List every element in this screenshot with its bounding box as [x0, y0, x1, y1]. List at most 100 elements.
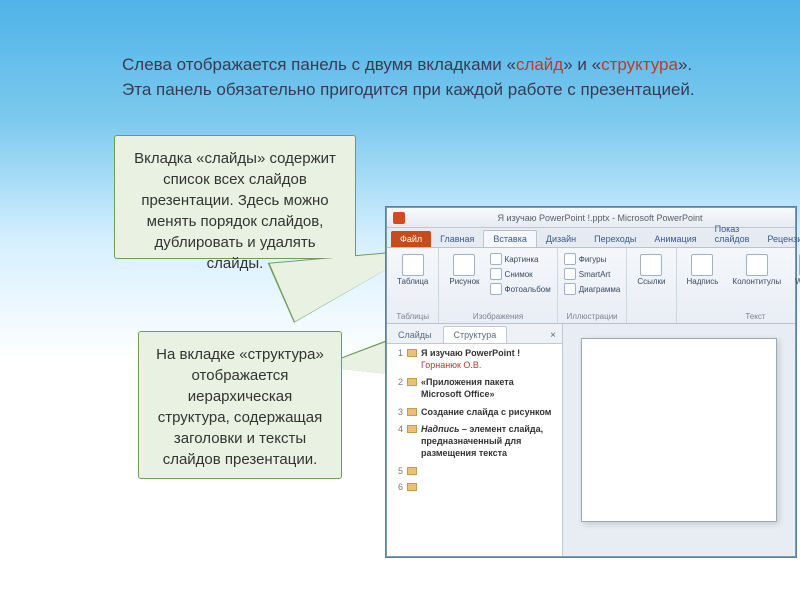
screenshot-icon [490, 268, 502, 280]
callout2-text: На вкладке «структура» отображается иера… [156, 346, 324, 468]
ribbon-group-links: Ссылки [627, 248, 676, 323]
powerpoint-logo-icon [393, 212, 405, 224]
header-line1-post: ». [678, 55, 692, 74]
btn-chart[interactable]: Диаграмма [564, 282, 621, 296]
header-line2: Эта панель обязательно пригодится при ка… [122, 80, 695, 99]
btn-wordart-label: WordArt [795, 278, 800, 286]
slide-thumb-icon [407, 483, 417, 491]
outline-item-number: 3 [393, 407, 403, 419]
btn-album-label: Фотоальбом [505, 285, 551, 294]
callout1-text: Вкладка «слайды» содержит список всех сл… [134, 150, 336, 272]
pane-tabs: Слайды Структура × [387, 324, 562, 344]
outline-item[interactable]: 5 [393, 466, 556, 476]
btn-headerfooter-label: Колонтитулы [732, 278, 781, 286]
btn-picture[interactable]: Рисунок [445, 252, 483, 296]
header-text: Слева отображается панель с двумя вкладк… [122, 53, 698, 102]
btn-links[interactable]: Ссылки [633, 252, 669, 288]
outline-item-text: Надпись – элемент слайда, предназначенны… [421, 424, 556, 459]
slide-thumb-icon [407, 425, 417, 433]
btn-screenshot-label: Снимок [505, 270, 533, 279]
slide-thumb-icon [407, 467, 417, 475]
group-label-links-empty [633, 312, 669, 321]
ribbon: Таблица Таблицы Рисунок Картинка Снимок … [387, 248, 795, 324]
btn-wordart[interactable]: WordArt [791, 252, 800, 288]
outline-item[interactable]: 1 Я изучаю PowerPoint !Горнанюк О.В. [393, 348, 556, 371]
outline-item[interactable]: 2 «Приложения пакета Microsoft Office» [393, 377, 556, 400]
header-hl-structure: структура [601, 55, 678, 74]
table-icon [402, 254, 424, 276]
picture-icon [453, 254, 475, 276]
tab-file[interactable]: Файл [391, 231, 431, 247]
btn-textbox[interactable]: Надпись [683, 252, 723, 288]
tab-design[interactable]: Дизайн [537, 231, 585, 247]
ribbon-group-images: Рисунок Картинка Снимок Фотоальбом Изобр… [439, 248, 557, 323]
tab-insert[interactable]: Вставка [483, 230, 536, 247]
slide-thumb-icon [407, 408, 417, 416]
outline-item-text: «Приложения пакета Microsoft Office» [421, 377, 556, 400]
btn-smartart[interactable]: SmartArt [564, 267, 621, 281]
outline-item-text [421, 466, 556, 476]
album-icon [490, 283, 502, 295]
outline-item-number: 6 [393, 482, 403, 492]
ribbon-group-text: Надпись Колонтитулы WordArt Текст [677, 248, 800, 323]
btn-table[interactable]: Таблица [393, 252, 432, 288]
outline-item-number: 4 [393, 424, 403, 459]
ribbon-tabs: Файл Главная Вставка Дизайн Переходы Ани… [387, 228, 795, 248]
headerfooter-icon [746, 254, 768, 276]
btn-table-label: Таблица [397, 278, 428, 286]
chart-icon [564, 283, 576, 295]
slide-canvas-area [563, 324, 795, 556]
outline-item-text: Создание слайда с рисунком [421, 407, 556, 419]
slide-canvas[interactable] [581, 338, 777, 522]
clip-icon [490, 253, 502, 265]
outline-item-text [421, 482, 556, 492]
ribbon-group-tables: Таблица Таблицы [387, 248, 439, 323]
outline-item[interactable]: 3 Создание слайда с рисунком [393, 407, 556, 419]
outline-item[interactable]: 6 [393, 482, 556, 492]
smartart-icon [564, 268, 576, 280]
tab-home[interactable]: Главная [431, 231, 483, 247]
ribbon-group-illustrations: Фигуры SmartArt Диаграмма Иллюстрации [558, 248, 628, 323]
callout-slides-tab: Вкладка «слайды» содержит список всех сл… [114, 135, 356, 259]
slide-thumb-icon [407, 378, 417, 386]
outline-item-number: 2 [393, 377, 403, 400]
btn-shapes[interactable]: Фигуры [564, 252, 621, 266]
btn-clip-label: Картинка [505, 255, 539, 264]
tab-transitions[interactable]: Переходы [585, 231, 645, 247]
btn-clip[interactable]: Картинка [490, 252, 551, 266]
tab-animation[interactable]: Анимация [645, 231, 705, 247]
callout-structure-tab: На вкладке «структура» отображается иера… [138, 331, 342, 479]
outline-item-number: 5 [393, 466, 403, 476]
pane-close-icon[interactable]: × [544, 328, 562, 343]
btn-smartart-label: SmartArt [579, 270, 611, 279]
outline-item[interactable]: 4 Надпись – элемент слайда, предназначенн… [393, 424, 556, 459]
btn-picture-label: Рисунок [449, 278, 479, 286]
btn-textbox-label: Надпись [687, 278, 719, 286]
pane-tab-outline[interactable]: Структура [443, 326, 508, 343]
link-icon [640, 254, 662, 276]
btn-links-label: Ссылки [637, 278, 665, 286]
outline-list: 1 Я изучаю PowerPoint !Горнанюк О.В. 2 «При… [387, 344, 562, 556]
ppt-body: Слайды Структура × 1 Я изучаю PowerPoint … [387, 324, 795, 556]
header-line1-pre: Слева отображается панель с двумя вкладк… [122, 55, 516, 74]
group-label-illustrations: Иллюстрации [564, 312, 621, 321]
group-label-images: Изображения [445, 312, 550, 321]
outline-item-number: 1 [393, 348, 403, 371]
btn-chart-label: Диаграмма [579, 285, 621, 294]
group-label-tables: Таблицы [393, 312, 432, 321]
header-hl-slide: слайд [516, 55, 563, 74]
btn-screenshot[interactable]: Снимок [490, 267, 551, 281]
powerpoint-screenshot: Я изучаю PowerPoint !.pptx - Microsoft P… [386, 207, 796, 557]
outline-item-text: Я изучаю PowerPoint !Горнанюк О.В. [421, 348, 556, 371]
tab-review[interactable]: Рецензирование [758, 231, 800, 247]
textbox-icon [691, 254, 713, 276]
slide-thumb-icon [407, 349, 417, 357]
shapes-icon [564, 253, 576, 265]
btn-shapes-label: Фигуры [579, 255, 607, 264]
tab-slideshow[interactable]: Показ слайдов [706, 221, 759, 247]
btn-headerfooter[interactable]: Колонтитулы [728, 252, 785, 288]
group-label-text: Текст [683, 312, 800, 321]
btn-album[interactable]: Фотоальбом [490, 282, 551, 296]
pane-tab-slides[interactable]: Слайды [387, 326, 443, 343]
slide: Слева отображается панель с двумя вкладк… [42, 7, 758, 593]
